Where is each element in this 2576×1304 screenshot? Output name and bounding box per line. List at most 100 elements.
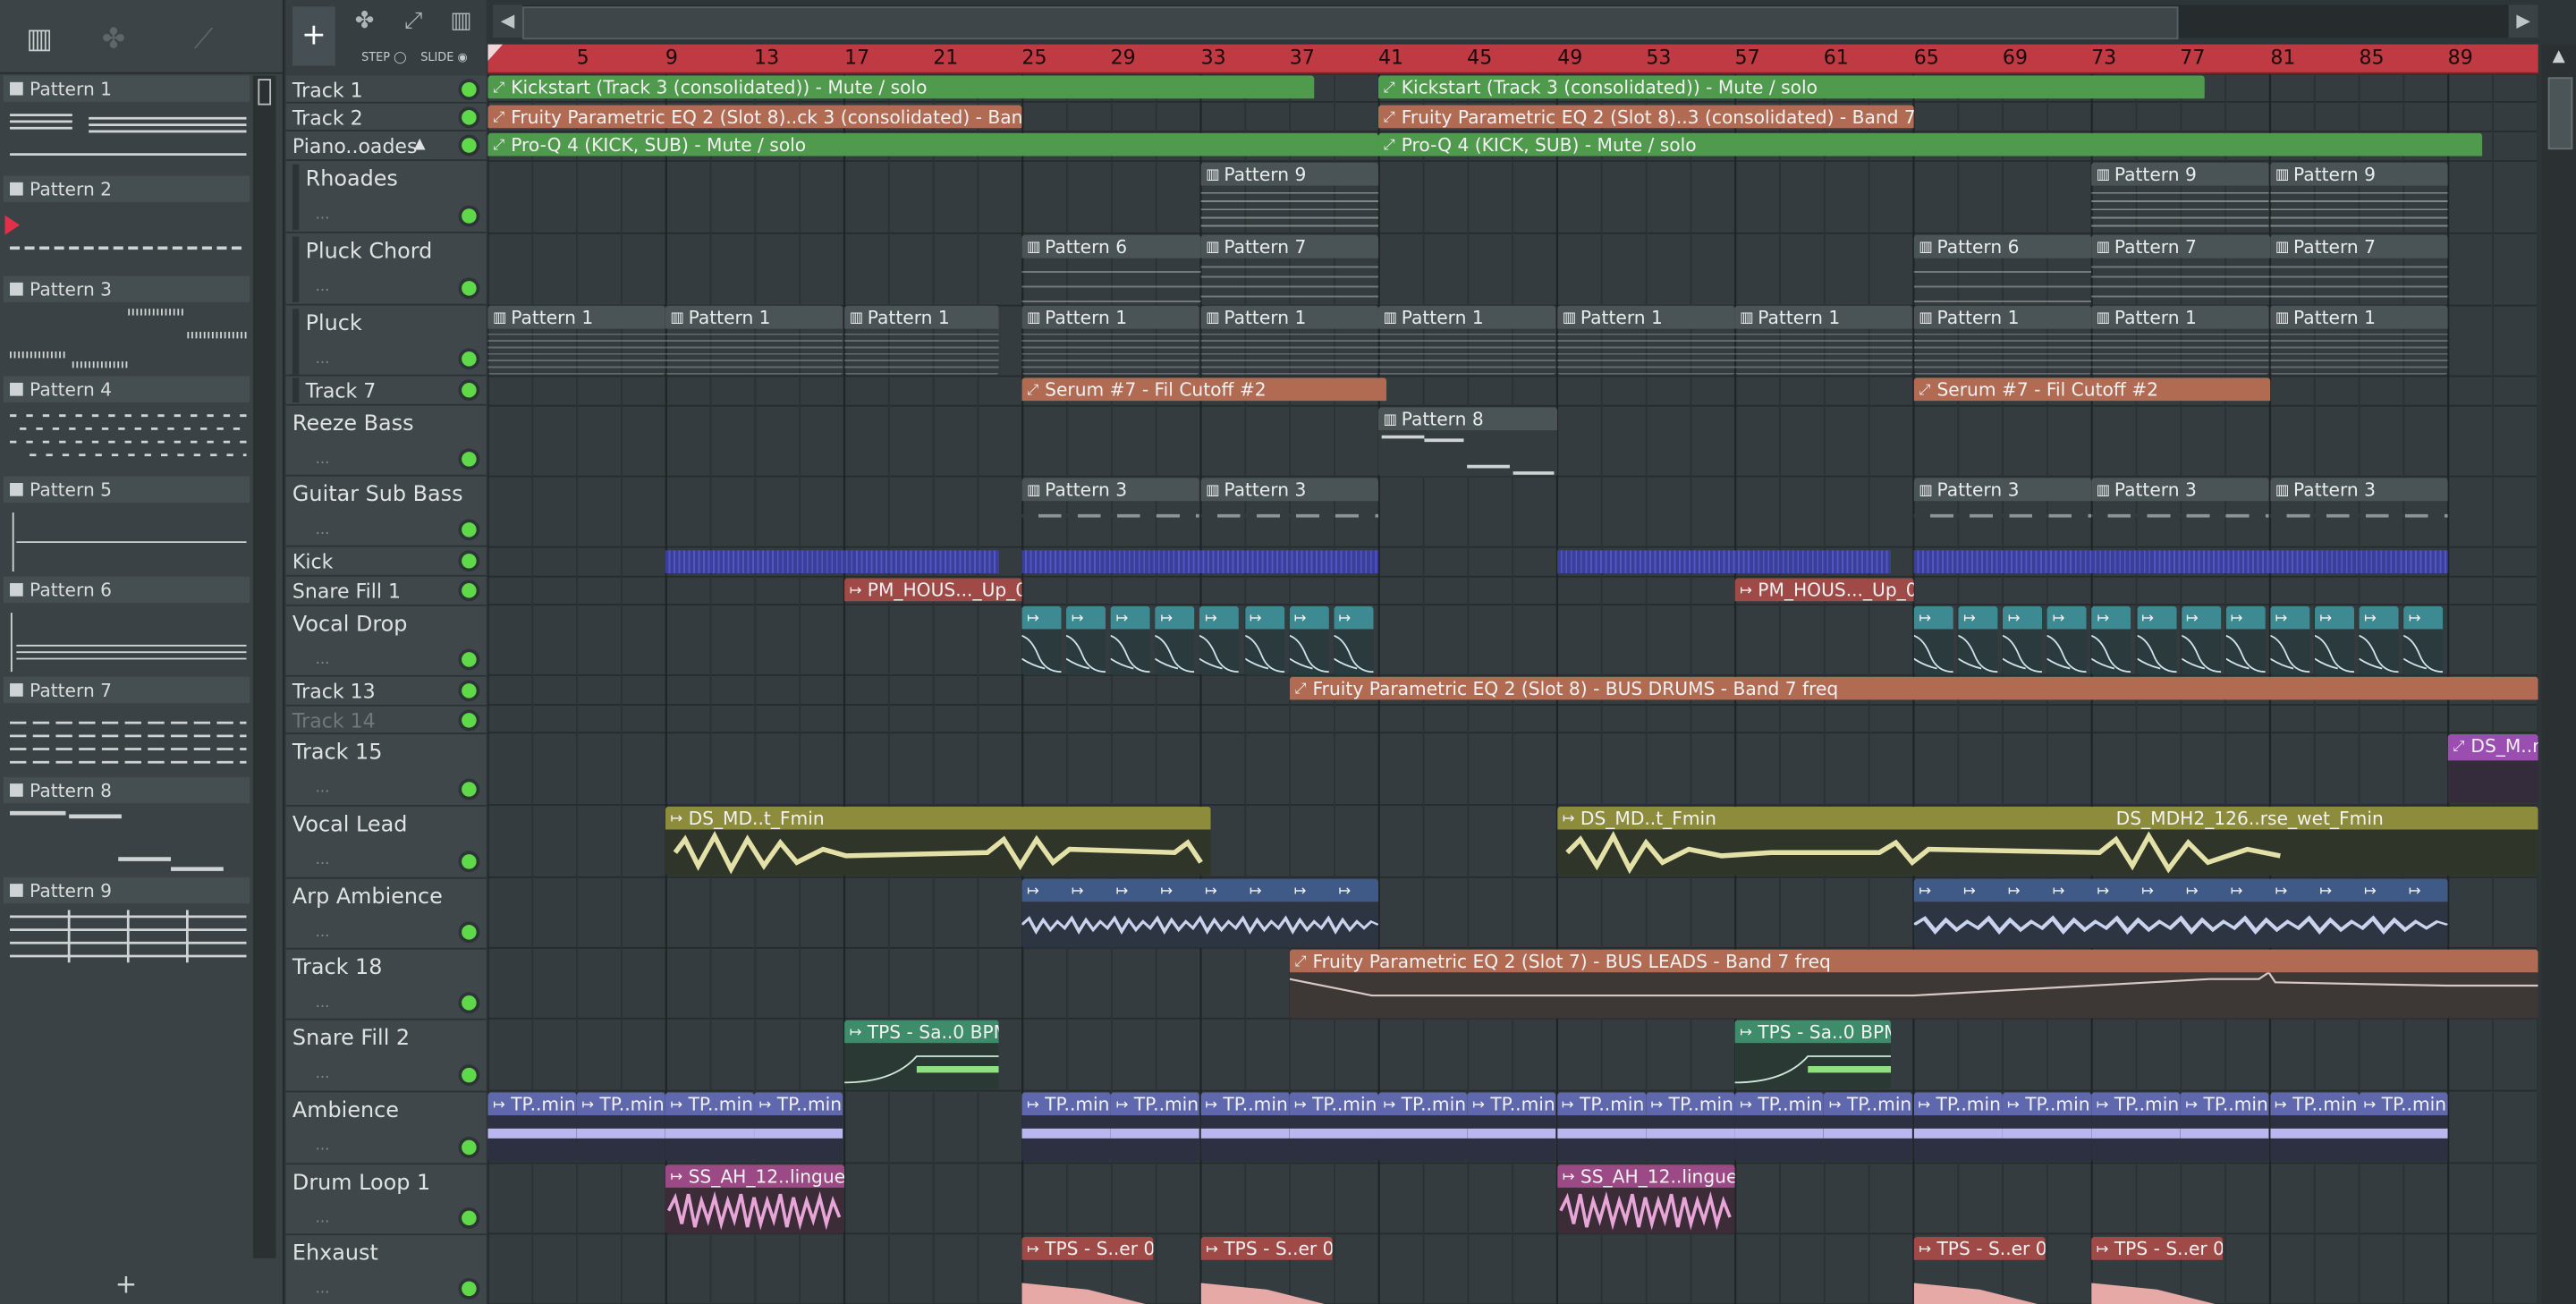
track-header[interactable]: Drum Loop 1... (285, 1164, 487, 1236)
pattern-item[interactable]: Pattern 6 (3, 576, 250, 677)
automation-clip[interactable]: ⤢ Pro-Q 4 (KICK, SUB) - Mute / solo (1377, 132, 2483, 159)
mute-led[interactable] (462, 652, 477, 667)
mute-led[interactable] (462, 208, 477, 224)
pattern-clip[interactable]: ▥ Pattern 3 (2091, 478, 2269, 547)
pattern-clip[interactable]: ▥ Pattern 9 (2091, 162, 2269, 232)
audio-clip[interactable]: ↦ TP..min (2091, 1092, 2181, 1162)
audio-clip[interactable]: ↦TPS - S..er 07 (2091, 1237, 2224, 1304)
mute-led[interactable] (462, 553, 477, 569)
pattern-item[interactable]: Pattern 1 (3, 75, 250, 175)
audio-clip[interactable]: ↦ (1155, 605, 1195, 675)
audio-clip[interactable]: ↦ SS_AH_12..linguere (665, 1164, 845, 1234)
audio-clip[interactable]: ↦ TP..min (1912, 1092, 2003, 1162)
pattern-clip[interactable]: ▥ Pattern 6 (1021, 234, 1201, 304)
audio-clip[interactable]: ↦ (2269, 605, 2310, 675)
scroll-right-icon[interactable]: ▶ (2508, 4, 2538, 38)
audio-clip[interactable]: ↦ (1110, 605, 1151, 675)
audio-clip[interactable]: ↦ ↦ ↦ ↦ ↦ ↦ ↦ ↦ ↦ ↦ ↦ ↦ (1913, 878, 2448, 948)
pattern-item[interactable]: Pattern 2 (3, 175, 250, 276)
audio-clip[interactable]: ↦ (2047, 605, 2088, 675)
mute-led[interactable] (462, 382, 477, 398)
audio-clip[interactable]: ↦TPS - S..er 07 (1200, 1237, 1333, 1304)
pattern-item[interactable]: Pattern 8 (3, 776, 250, 877)
audio-clip[interactable]: ↦ TP..min (1734, 1092, 1824, 1162)
audio-clip[interactable]: ↦ TP..min (576, 1092, 665, 1162)
track-header[interactable]: Track 14 (285, 706, 487, 735)
scroll-left-icon[interactable]: ◀ (493, 4, 523, 38)
track-header[interactable]: Arp Ambience... (285, 878, 487, 950)
automation-clip[interactable]: ⤢ Fruity Parametric EQ 2 (Slot 8)..ck 3 (… (487, 105, 1022, 131)
audio-clip[interactable]: ↦ (1958, 605, 1998, 675)
pattern-clip[interactable]: ▥ Pattern 3 (1021, 478, 1199, 547)
audio-clip-icon[interactable]: ✤ (355, 8, 375, 34)
step-toggle[interactable]: STEP ◯ (361, 51, 406, 64)
automation-clip[interactable]: ⤢ Kickstart (Track 3 (consolidated)) - Mu… (487, 75, 1315, 100)
audio-clip[interactable]: ↦ (2359, 605, 2399, 675)
track-header[interactable]: Piano..oades ▲ (285, 131, 487, 161)
track-header[interactable]: Pluck... (285, 305, 487, 377)
audio-clip[interactable]: ↦ TP..min (1824, 1092, 1913, 1162)
audio-clip[interactable]: ↦ (1333, 605, 1373, 675)
pattern-item[interactable]: Pattern 3 (3, 275, 250, 377)
automation-clip[interactable]: ⤢ DS_M..r (2447, 734, 2538, 804)
song-overview-scrollbar[interactable]: ◀ ▶ (493, 4, 2538, 40)
audio-clip[interactable]: ↦ (2225, 605, 2266, 675)
slide-toggle[interactable]: SLIDE ◉ (420, 51, 467, 64)
audio-clip[interactable]: ↦ PM_HOUS..._Up_01 (1734, 578, 1914, 605)
audio-clip[interactable]: ↦TPS - S..er 07 (1913, 1237, 2046, 1304)
audio-clip[interactable]: ↦ TP..min (1021, 1092, 1111, 1162)
audio-wave-icon[interactable]: ✤ (102, 23, 125, 56)
audio-clip[interactable]: ↦ (2003, 605, 2043, 675)
pattern-clip[interactable]: ▥ Pattern 7 (2270, 234, 2448, 304)
audio-clip[interactable]: ↦ TPS - Sa..0 BPM) (844, 1020, 999, 1089)
track-header[interactable]: Snare Fill 1 (285, 576, 487, 606)
track-header[interactable]: Vocal Lead... (285, 806, 487, 879)
track-header[interactable]: Track 7 (285, 376, 487, 406)
vertical-scrollbar[interactable]: ▲ (2541, 44, 2576, 1304)
pattern-item[interactable]: Pattern 4 (3, 376, 250, 477)
pattern-item[interactable]: Pattern 9 (3, 876, 250, 978)
track-header[interactable]: Pluck Chord... (285, 233, 487, 306)
audio-clip[interactable]: ↦ DS_MD..t_Fmin (665, 806, 1211, 876)
track-header[interactable]: Guitar Sub Bass... (285, 476, 487, 547)
mute-led[interactable] (462, 925, 477, 940)
vertical-scroll-thumb[interactable] (2547, 77, 2573, 150)
track-header[interactable]: Ehxaust... (285, 1235, 487, 1304)
playlist-grid[interactable]: ⤢ Kickstart (Track 3 (consolidated)) - Mu… (487, 73, 2538, 1304)
audio-clip[interactable]: ↦ TP..min (2002, 1092, 2091, 1162)
audio-clip[interactable]: ↦ TP..min (487, 1092, 577, 1162)
audio-clip[interactable]: ↦ PM_HOUS..._Up_01 (844, 578, 1022, 605)
kick-audio-clip[interactable] (1913, 550, 2448, 574)
pattern-clip[interactable]: ▥ Pattern 3 (1200, 478, 1378, 547)
automation-clip[interactable]: ⤢ Fruity Parametric EQ 2 (Slot 8) - BUS D… (1289, 676, 2538, 703)
pattern-clip[interactable]: ▥ Pattern 1 (665, 305, 843, 375)
automation-clip[interactable]: ⤢ Fruity Parametric EQ 2 (Slot 7) - BUS L… (1289, 949, 2538, 1019)
scroll-up-icon[interactable]: ▲ (2546, 47, 2572, 72)
audio-clip[interactable]: ↦ (2181, 605, 2221, 675)
pattern-clip[interactable]: ▥ Pattern 1 (1377, 305, 1556, 375)
track-header[interactable]: Track 2 (285, 103, 487, 131)
kick-audio-clip[interactable] (1021, 550, 1378, 574)
mute-led[interactable] (462, 351, 477, 367)
track-header[interactable]: Track 18... (285, 949, 487, 1020)
audio-clip[interactable]: ↦ TP..min (2359, 1092, 2448, 1162)
pattern-clip[interactable]: ▥ Pattern 1 (844, 305, 999, 375)
mute-led[interactable] (462, 1281, 477, 1297)
mute-led[interactable] (462, 81, 477, 97)
mute-led[interactable] (462, 782, 477, 797)
audio-clip[interactable]: ↦ (1913, 605, 1953, 675)
automation-clip[interactable]: ⤢ Kickstart (Track 3 (consolidated)) - Mu… (1377, 75, 2205, 100)
track-header[interactable]: Track 15... (285, 734, 487, 807)
mute-led[interactable] (462, 854, 477, 869)
automation-clip[interactable]: ⤢ Fruity Parametric EQ 2 (Slot 8)..3 (con… (1377, 105, 1914, 131)
automation-clip-icon[interactable]: ⤢ (404, 8, 423, 34)
pattern-clip[interactable]: ▥ Pattern 6 (1913, 234, 2092, 304)
pattern-clip[interactable]: ▥ Pattern 3 (2270, 478, 2448, 547)
pattern-item[interactable]: Pattern 7 (3, 676, 250, 777)
add-pattern-button[interactable]: + (115, 1268, 138, 1300)
audio-clip[interactable]: ↦ TP..min (2180, 1092, 2269, 1162)
mute-led[interactable] (462, 1210, 477, 1226)
audio-clip[interactable]: ↦ (2136, 605, 2176, 675)
pattern-clip[interactable]: ▥ Pattern 1 (1021, 305, 1199, 375)
mute-led[interactable] (462, 281, 477, 296)
